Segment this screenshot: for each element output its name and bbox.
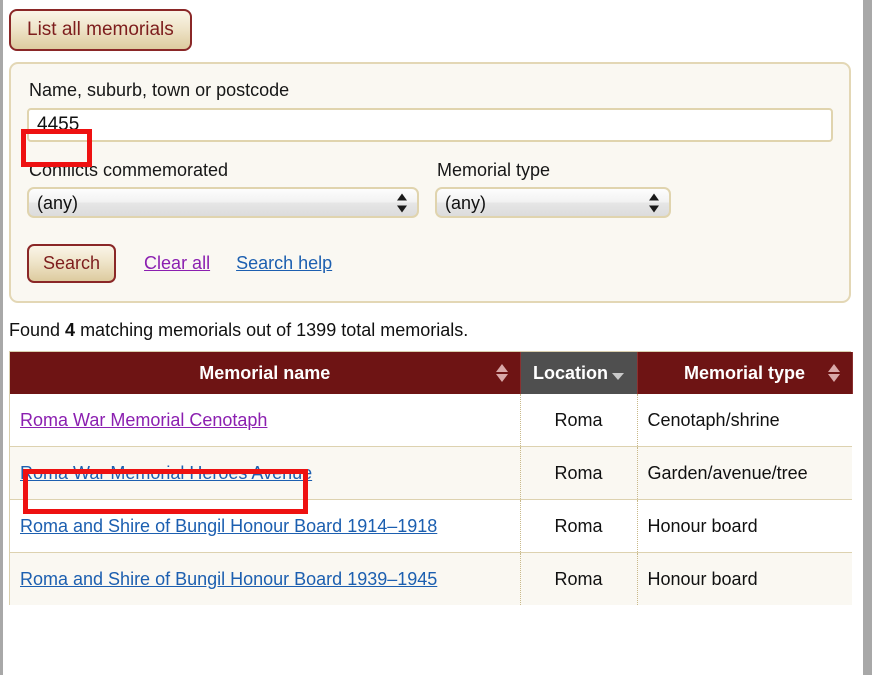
search-input[interactable] [27, 107, 833, 142]
page-content: List all memorials Name, suburb, town or… [3, 0, 863, 675]
table-row: Roma War Memorial Cenotaph Roma Cenotaph/s… [10, 394, 852, 447]
search-panel: Name, suburb, town or postcode Conflicts… [9, 62, 851, 304]
memorial-type-select-value: (any) [445, 192, 487, 213]
cell-memorial-type: Honour board [637, 552, 852, 606]
memorial-type-field-label: Memorial type [437, 159, 551, 180]
conflicts-select-value: (any) [37, 192, 79, 213]
chevron-updown-icon [397, 192, 408, 213]
column-header-memorial-type[interactable]: Memorial type [637, 352, 853, 395]
cell-memorial-type: Honour board [637, 499, 852, 553]
screenshot-frame: List all memorials Name, suburb, town or… [0, 0, 872, 675]
results-summary-suffix: total memorials. [336, 320, 469, 341]
cell-location: Roma [520, 499, 638, 553]
memorial-name-link[interactable]: Roma and Shire of Bungil Honour Board 19… [20, 516, 437, 536]
cell-memorial-type: Garden/avenue/tree [637, 446, 852, 500]
results-table-body: Roma War Memorial Cenotaph Roma Cenotaph/s… [10, 394, 852, 606]
cell-location: Roma [520, 552, 638, 606]
cell-memorial-name: Roma War Memorial Heroes Avenue [10, 446, 521, 500]
sort-both-icon [495, 364, 508, 383]
results-match-count: 4 [65, 320, 76, 341]
conflicts-field-label: Conflicts commemorated [29, 159, 229, 180]
sort-both-icon [827, 364, 840, 383]
column-header-location[interactable]: Location [520, 352, 638, 395]
search-button[interactable]: Search [27, 244, 117, 284]
memorial-name-link[interactable]: Roma War Memorial Cenotaph [20, 410, 267, 430]
list-all-memorials-button[interactable]: List all memorials [9, 9, 192, 51]
cell-location: Roma [520, 394, 638, 447]
results-table: Memorial name Location Memorial type Rom… [10, 352, 853, 606]
table-row: Roma and Shire of Bungil Honour Board 19… [10, 499, 852, 553]
list-all-toolbar: List all memorials [3, 0, 863, 51]
column-header-memorial-type-label: Memorial type [683, 362, 806, 383]
memorial-type-filter-group: Memorial type (any) [435, 160, 671, 219]
table-row: Roma War Memorial Heroes Avenue Roma Garde… [10, 446, 852, 500]
results-total-count: 1399 [296, 320, 337, 341]
cell-memorial-type: Cenotaph/shrine [637, 394, 852, 447]
filters-row: Conflicts commemorated (any) Memorial ty… [27, 160, 833, 219]
table-row: Roma and Shire of Bungil Honour Board 19… [10, 552, 852, 606]
column-header-memorial-name-label: Memorial name [199, 362, 331, 383]
cell-memorial-name: Roma and Shire of Bungil Honour Board 19… [10, 499, 521, 553]
conflicts-select[interactable]: (any) [27, 187, 419, 219]
column-header-location-label: Location [533, 362, 608, 383]
results-summary-prefix: Found [9, 320, 66, 341]
conflicts-filter-group: Conflicts commemorated (any) [27, 160, 419, 219]
results-table-container: Memorial name Location Memorial type Rom… [9, 351, 853, 606]
memorial-name-link[interactable]: Roma and Shire of Bungil Honour Board 19… [20, 569, 437, 589]
cell-memorial-name: Roma War Memorial Cenotaph [10, 394, 521, 447]
query-field-label: Name, suburb, town or postcode [29, 80, 290, 100]
clear-all-link[interactable]: Clear all [144, 253, 210, 274]
chevron-updown-icon [649, 192, 660, 213]
table-header-row: Memorial name Location Memorial type [10, 352, 853, 395]
memorial-type-select[interactable]: (any) [435, 187, 671, 219]
memorial-name-link[interactable]: Roma War Memorial Heroes Avenue [20, 463, 312, 483]
search-actions: Search Clear all Search help [27, 244, 833, 284]
sort-descending-icon [612, 373, 624, 381]
results-summary: Found 4 matching memorials out of 1399 t… [9, 320, 863, 341]
cell-location: Roma [520, 446, 638, 500]
search-help-link[interactable]: Search help [236, 253, 332, 274]
column-header-memorial-name[interactable]: Memorial name [10, 352, 521, 395]
cell-memorial-name: Roma and Shire of Bungil Honour Board 19… [10, 552, 521, 606]
results-summary-middle: matching memorials out of [75, 320, 297, 341]
